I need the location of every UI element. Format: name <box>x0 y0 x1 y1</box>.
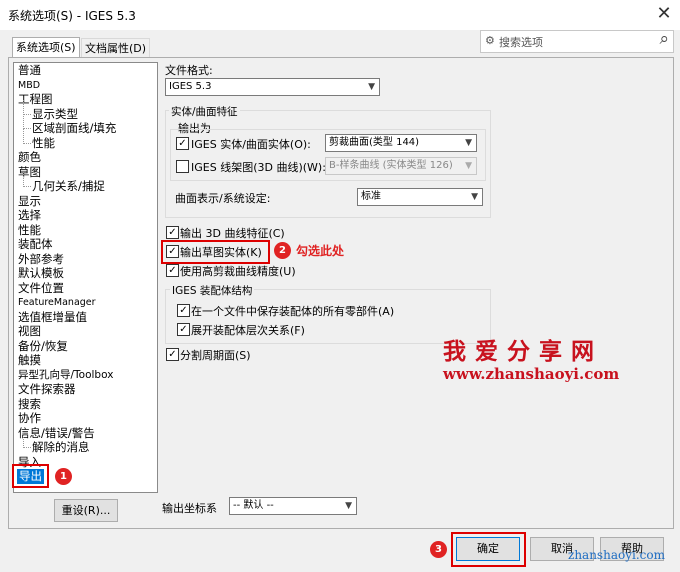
tree-item-display-style[interactable]: 显示类型 <box>23 100 78 122</box>
tree-item-general[interactable]: 普通 <box>18 63 41 78</box>
flatten-hierarchy-checkbox[interactable]: ✓ <box>177 323 190 336</box>
annotation-badge-2: 2 <box>274 242 291 259</box>
chevron-down-icon: ▼ <box>368 82 375 92</box>
search-input[interactable]: ⚙ 搜索选项 ⌕ <box>480 29 674 53</box>
assembly-structure-group-title: IGES 装配体结构 <box>170 283 255 298</box>
watermark-site-name: 我爱分享网 <box>443 338 603 365</box>
tree-item-colors[interactable]: 颜色 <box>18 150 41 165</box>
solid-surface-group-title: 实体/曲面特征 <box>169 104 240 119</box>
tree-item-selection[interactable]: 选择 <box>18 208 41 223</box>
window-title: 系统选项(S) - IGES 5.3 <box>8 9 136 23</box>
tree-item-mbd[interactable]: MBD <box>18 78 40 93</box>
options-tree[interactable]: 普通 MBD 工程图 显示类型 区域剖面线/填充 性能 颜色 草图 几何关系/捕… <box>13 62 158 493</box>
tab-system-options[interactable]: 系统选项(S) <box>12 37 80 58</box>
flatten-hierarchy-label: 展开装配体层次关系(F) <box>191 324 305 337</box>
tree-item-file-explorer[interactable]: 文件探索器 <box>18 382 76 397</box>
iges-wireframe-label: IGES 线架图(3D 曲线)(W): <box>191 161 326 174</box>
iges-solid-label: IGES 实体/曲面实体(O): <box>191 138 311 151</box>
split-periodic-faces-label: 分割周期面(S) <box>180 349 251 362</box>
tree-item-search[interactable]: 搜索 <box>18 397 41 412</box>
chevron-down-icon: ▼ <box>471 192 478 202</box>
output-coordinate-value: -- 默认 -- <box>233 500 274 511</box>
surface-representation-label: 曲面表示/系统设定: <box>175 192 271 205</box>
tree-item-collaboration[interactable]: 协作 <box>18 411 41 426</box>
tree-item-file-locations[interactable]: 文件位置 <box>18 281 64 296</box>
iges-solid-value: 剪裁曲面(类型 144) <box>329 137 420 148</box>
tree-item-display[interactable]: 显示 <box>18 194 41 209</box>
settings-icon: ⚙ <box>485 34 495 47</box>
annotation-box-export <box>12 464 49 488</box>
tree-item-external-references[interactable]: 外部参考 <box>18 252 64 267</box>
annotation-badge-1: 1 <box>55 468 72 485</box>
tree-item-featuremanager[interactable]: FeatureManager <box>18 295 96 310</box>
reset-button[interactable]: 重设(R)... <box>54 499 118 522</box>
iges-wireframe-checkbox[interactable] <box>176 160 189 173</box>
tree-item-spin-box-increments[interactable]: 选值框增量值 <box>18 310 87 325</box>
annotation-badge-3: 3 <box>430 541 447 558</box>
tree-item-performance[interactable]: 性能 <box>18 223 41 238</box>
search-placeholder: 搜索选项 <box>499 36 543 49</box>
watermark-corner-url: zhanshaoyi.com <box>568 548 665 562</box>
tree-item-relations-snaps[interactable]: 几何关系/捕捉 <box>23 172 105 194</box>
tree-item-area-hatch[interactable]: 区域剖面线/填充 <box>22 114 116 136</box>
ok-button[interactable]: 确定 <box>456 537 520 561</box>
high-trim-precision-label: 使用高剪裁曲线精度(U) <box>180 265 296 278</box>
chevron-down-icon: ▼ <box>465 161 472 171</box>
tree-item-assemblies[interactable]: 装配体 <box>18 237 53 252</box>
split-periodic-faces-checkbox[interactable]: ✓ <box>166 348 179 361</box>
iges-wireframe-select[interactable]: B-样条曲线 (实体类型 126) ▼ <box>325 157 477 175</box>
high-trim-precision-checkbox[interactable]: ✓ <box>166 264 179 277</box>
tree-item-hole-wizard-toolbox[interactable]: 异型孔向导/Toolbox <box>18 368 113 383</box>
tab-document-properties[interactable]: 文档属性(D) <box>81 38 151 58</box>
export-sketch-entities-label: 输出草图实体(K) <box>180 246 262 259</box>
chevron-down-icon: ▼ <box>345 501 352 511</box>
export-sketch-entities-checkbox[interactable]: ✓ <box>166 245 179 258</box>
output-coordinate-select[interactable]: -- 默认 -- ▼ <box>229 497 357 515</box>
chevron-down-icon: ▼ <box>465 138 472 148</box>
tree-item-drawing-performance[interactable]: 性能 <box>23 129 55 151</box>
tree-item-backup-recover[interactable]: 备份/恢复 <box>18 339 68 354</box>
search-icon[interactable]: ⌕ <box>659 29 669 49</box>
iges-wireframe-value: B-样条曲线 (实体类型 126) <box>329 160 453 171</box>
tree-item-default-templates[interactable]: 默认模板 <box>18 266 64 281</box>
output-coordinate-label: 输出坐标系 <box>162 502 217 515</box>
file-format-select[interactable]: IGES 5.3 ▼ <box>165 78 380 96</box>
iges-solid-select[interactable]: 剪裁曲面(类型 144) ▼ <box>325 134 477 152</box>
file-format-value: IGES 5.3 <box>169 81 212 92</box>
tree-item-touch[interactable]: 触摸 <box>18 353 41 368</box>
export-3d-curves-checkbox[interactable]: ✓ <box>166 226 179 239</box>
surface-representation-select[interactable]: 标准 ▼ <box>357 188 483 206</box>
close-icon[interactable]: ✕ <box>652 3 676 25</box>
file-format-label: 文件格式: <box>165 64 213 77</box>
iges-solid-checkbox[interactable]: ✓ <box>176 137 189 150</box>
save-single-file-checkbox[interactable]: ✓ <box>177 304 190 317</box>
tree-item-view[interactable]: 视图 <box>18 324 41 339</box>
annotation-text-check-here: 勾选此处 <box>296 244 345 258</box>
surface-representation-value: 标准 <box>361 191 381 202</box>
save-single-file-label: 在一个文件中保存装配体的所有零部件(A) <box>191 305 395 318</box>
tree-item-dismissed-messages[interactable]: 解除的消息 <box>23 433 90 455</box>
watermark-url: www.zhanshaoyi.com <box>443 365 620 383</box>
export-3d-curves-label: 输出 3D 曲线特征(C) <box>180 227 285 240</box>
